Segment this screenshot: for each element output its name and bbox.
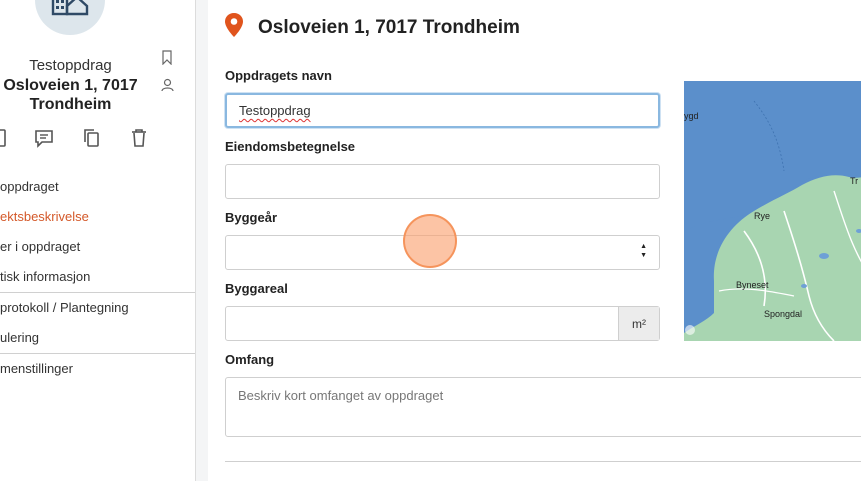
map-label-byneset: Byneset bbox=[736, 280, 769, 290]
name-input[interactable]: Testoppdrag bbox=[225, 93, 660, 128]
content-gutter bbox=[196, 0, 208, 481]
project-avatar bbox=[35, 0, 105, 35]
scope-label: Omfang bbox=[225, 352, 275, 367]
trash-icon[interactable] bbox=[130, 128, 148, 153]
stepper-down-icon[interactable]: ▼ bbox=[640, 252, 647, 259]
name-input-value: Testoppdrag bbox=[239, 103, 311, 118]
menu-item-parter[interactable]: er i oppdraget bbox=[0, 232, 195, 262]
menu-item-prosjektbeskrivelse[interactable]: ektsbeskrivelse bbox=[0, 202, 195, 232]
name-label: Oppdragets navn bbox=[225, 68, 332, 83]
area-unit: m² bbox=[618, 307, 659, 340]
stepper-up-icon[interactable]: ▲ bbox=[640, 243, 647, 250]
menu-item-oppdraget[interactable]: oppdraget bbox=[0, 172, 195, 202]
map-label-tr: Tr bbox=[850, 176, 858, 186]
page-title: Osloveien 1, 7017 Trondheim bbox=[258, 16, 520, 38]
touch-indicator bbox=[403, 214, 457, 268]
project-name: Testoppdrag bbox=[29, 57, 112, 74]
menu-item-praktisk-informasjon[interactable]: tisk informasjon bbox=[0, 262, 195, 292]
menu-item-protokoll[interactable]: protokoll / Plantegning bbox=[0, 293, 195, 323]
location-map[interactable]: ygd Tr Rye Byneset Li Spongdal bbox=[684, 81, 861, 341]
property-input[interactable] bbox=[225, 164, 660, 199]
menu-item-sammenstillinger[interactable]: menstillinger bbox=[0, 354, 195, 384]
comment-icon[interactable] bbox=[34, 128, 54, 153]
menu-item-kalkulering[interactable]: ulering bbox=[0, 323, 195, 353]
bookmark-icon[interactable] bbox=[161, 50, 174, 70]
sidebar: Testoppdrag Osloveien 1, 7017 Trondheim … bbox=[0, 0, 196, 481]
area-input[interactable]: m² bbox=[225, 306, 660, 341]
sidebar-menu: oppdraget ektsbeskrivelse er i oppdraget… bbox=[0, 172, 195, 384]
map-label-spongdal: Spongdal bbox=[764, 309, 802, 319]
year-label: Byggeår bbox=[225, 210, 278, 225]
house-icon bbox=[50, 0, 90, 21]
year-stepper[interactable]: ▲ ▼ bbox=[640, 243, 647, 259]
page-header: Osloveien 1, 7017 Trondheim bbox=[224, 12, 520, 43]
main-content: Osloveien 1, 7017 Trondheim Oppdragets n… bbox=[208, 0, 861, 481]
area-label: Byggareal bbox=[225, 281, 288, 296]
user-icon[interactable] bbox=[161, 78, 174, 97]
location-pin-icon bbox=[224, 12, 244, 43]
copy-icon[interactable] bbox=[82, 128, 102, 153]
divider bbox=[225, 461, 861, 462]
map-label-rye: Rye bbox=[754, 211, 770, 221]
property-label: Eiendomsbetegnelse bbox=[225, 139, 356, 154]
scope-textarea[interactable]: Beskriv kort omfanget av oppdraget bbox=[225, 377, 861, 437]
document-icon[interactable] bbox=[0, 128, 6, 153]
project-address: Osloveien 1, 7017 Trondheim bbox=[3, 77, 138, 113]
map-label-ygd: ygd bbox=[684, 111, 699, 121]
